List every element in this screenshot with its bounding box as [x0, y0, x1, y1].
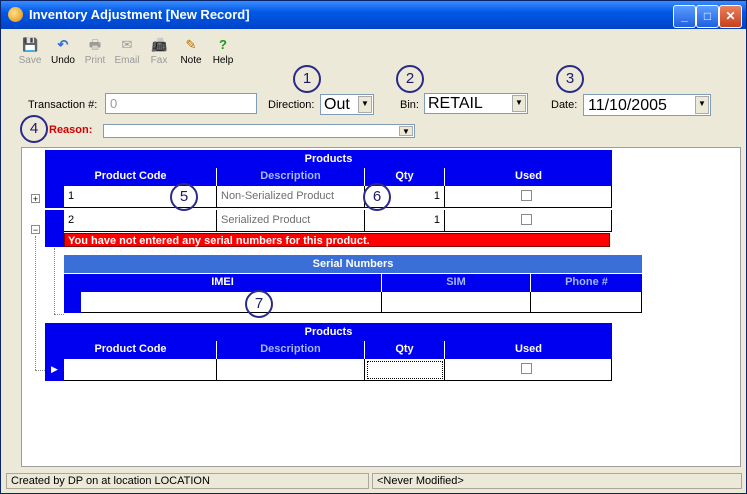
- callout-5: 5: [170, 183, 198, 211]
- chevron-down-icon[interactable]: ▼: [358, 96, 372, 113]
- print-button[interactable]: 🖶 Print: [78, 37, 112, 66]
- status-bar: Created by DP on at location LOCATION <N…: [1, 471, 746, 493]
- used-cell[interactable]: [445, 359, 612, 381]
- col-header-phone[interactable]: Phone #: [531, 274, 642, 292]
- fax-label: Fax: [150, 55, 168, 66]
- bin-value: RETAIL: [428, 95, 483, 112]
- col-header-sim[interactable]: SIM: [382, 274, 531, 292]
- help-icon: ?: [219, 37, 227, 52]
- fax-button[interactable]: 📠 Fax: [142, 37, 176, 66]
- col-header-imei[interactable]: IMEI: [64, 274, 382, 292]
- row-selector[interactable]: [64, 292, 81, 313]
- row-selector[interactable]: ▶: [45, 359, 64, 381]
- fax-icon: 📠: [151, 37, 168, 52]
- window-title: Inventory Adjustment [New Record]: [29, 7, 250, 22]
- col-header-description[interactable]: Description: [217, 341, 365, 359]
- col-header-used[interactable]: Used: [445, 168, 612, 186]
- bin-label: Bin:: [400, 99, 419, 111]
- description-cell: Non-Serialized Product: [217, 186, 365, 208]
- minimize-button[interactable]: _: [673, 5, 696, 28]
- chevron-down-icon[interactable]: ▼: [695, 96, 709, 114]
- description-cell: Serialized Product: [217, 210, 365, 232]
- qty-cell[interactable]: [365, 359, 445, 381]
- row-selector[interactable]: [45, 186, 64, 208]
- col-header-product-code[interactable]: Product Code: [45, 168, 217, 186]
- product-code-cell[interactable]: 2: [64, 210, 217, 232]
- print-label: Print: [84, 55, 106, 66]
- col-header-description[interactable]: Description: [217, 168, 365, 186]
- direction-select[interactable]: Out ▼: [320, 94, 374, 115]
- description-cell: [217, 359, 365, 381]
- row-selector[interactable]: [45, 210, 64, 247]
- collapse-row-icon[interactable]: −: [31, 225, 40, 235]
- tree-line: [35, 236, 37, 370]
- app-icon: [8, 7, 23, 22]
- callout-7: 7: [245, 290, 273, 318]
- envelope-icon: ✉: [121, 37, 133, 52]
- email-button[interactable]: ✉ Email: [110, 37, 144, 66]
- used-checkbox[interactable]: [521, 363, 532, 374]
- close-button[interactable]: ✕: [719, 5, 742, 28]
- products-grid-title: Products: [45, 150, 612, 168]
- transaction-number-field[interactable]: 0: [105, 93, 257, 114]
- imei-cell[interactable]: [81, 292, 382, 313]
- toolbar: 💾 Save ↶ Undo 🖶 Print ✉ Email 📠 Fax ✎ No…: [1, 31, 746, 75]
- modified-status: <Never Modified>: [372, 473, 742, 489]
- created-status: Created by DP on at location LOCATION: [6, 473, 369, 489]
- title-bar[interactable]: Inventory Adjustment [New Record] _ □ ✕: [1, 1, 746, 29]
- inventory-adjustment-window: Inventory Adjustment [New Record] _ □ ✕ …: [0, 0, 747, 494]
- help-button[interactable]: ? Help: [206, 37, 240, 66]
- maximize-button[interactable]: □: [696, 5, 719, 28]
- email-label: Email: [114, 55, 140, 66]
- transaction-label: Transaction #:: [28, 99, 98, 111]
- printer-icon: 🖶: [88, 37, 102, 52]
- save-button[interactable]: 💾 Save: [13, 37, 47, 66]
- date-label: Date:: [551, 99, 578, 111]
- note-label: Note: [180, 55, 202, 66]
- reason-label: Reason:: [49, 124, 93, 136]
- tree-line: [54, 248, 56, 314]
- chevron-down-icon[interactable]: ▼: [399, 126, 413, 136]
- products-grid-title: Products: [45, 323, 612, 341]
- used-cell[interactable]: [445, 210, 612, 232]
- help-label: Help: [212, 55, 234, 66]
- current-row-arrow-icon: ▶: [51, 364, 58, 374]
- undo-label: Undo: [51, 55, 75, 66]
- callout-2: 2: [396, 65, 424, 93]
- serial-grid-title: Serial Numbers: [64, 255, 642, 273]
- col-header-used[interactable]: Used: [445, 341, 612, 359]
- expand-row-icon[interactable]: +: [31, 194, 40, 204]
- tree-line: [54, 314, 64, 316]
- direction-label: Direction:: [268, 99, 315, 111]
- sim-cell[interactable]: [382, 292, 531, 313]
- tree-line: [35, 370, 45, 372]
- date-picker[interactable]: 11/10/2005 ▼: [583, 94, 711, 116]
- phone-cell[interactable]: [531, 292, 642, 313]
- product-code-cell[interactable]: [64, 359, 217, 381]
- used-checkbox[interactable]: [521, 214, 532, 225]
- callout-1: 1: [293, 65, 321, 93]
- reason-select[interactable]: ▼: [103, 124, 415, 138]
- serial-error-message: You have not entered any serial numbers …: [64, 233, 610, 247]
- undo-icon: ↶: [57, 37, 69, 52]
- save-icon: 💾: [22, 37, 39, 52]
- direction-value: Out: [324, 96, 350, 113]
- undo-button[interactable]: ↶ Undo: [46, 37, 80, 66]
- note-icon: ✎: [185, 37, 197, 52]
- save-label: Save: [18, 55, 42, 66]
- col-header-product-code[interactable]: Product Code: [45, 341, 217, 359]
- bin-select[interactable]: RETAIL ▼: [424, 93, 528, 114]
- callout-6: 6: [363, 183, 391, 211]
- chevron-down-icon[interactable]: ▼: [512, 95, 526, 112]
- date-value: 11/10/2005: [588, 97, 667, 114]
- callout-4: 4: [20, 115, 48, 143]
- callout-3: 3: [556, 65, 584, 93]
- col-header-qty[interactable]: Qty: [365, 341, 445, 359]
- used-cell[interactable]: [445, 186, 612, 208]
- note-button[interactable]: ✎ Note: [174, 37, 208, 66]
- qty-cell[interactable]: 1: [365, 210, 445, 232]
- used-checkbox[interactable]: [521, 190, 532, 201]
